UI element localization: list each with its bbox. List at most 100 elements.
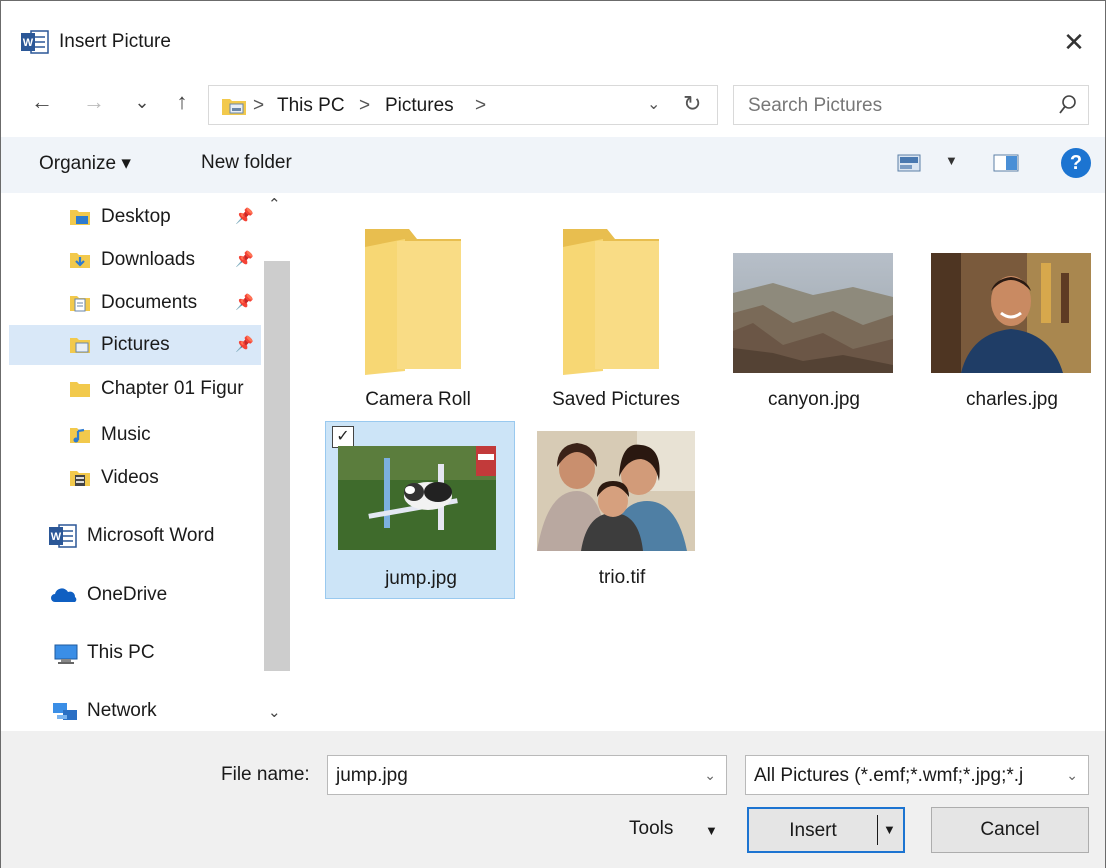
search-icon[interactable] xyxy=(1058,94,1078,122)
sidebar-item-network[interactable]: Network xyxy=(41,691,261,731)
chevron-down-icon[interactable]: ⌄ xyxy=(704,767,716,784)
breadcrumb-this-pc[interactable]: This PC xyxy=(277,95,345,117)
sidebar-item-microsoft-word[interactable]: W Microsoft Word xyxy=(41,516,261,556)
change-view-icon[interactable] xyxy=(897,153,921,179)
selection-checkbox[interactable]: ✓ xyxy=(332,426,354,448)
tools-dropdown-icon[interactable]: ▼ xyxy=(705,823,718,838)
scrollbar-thumb[interactable] xyxy=(264,261,290,671)
insert-picture-dialog: W Insert Picture ✕ ← → ⌄ ↑ > This PC > P… xyxy=(0,0,1106,868)
file-tile-charles[interactable]: charles.jpg xyxy=(917,213,1106,413)
breadcrumb-separator: > xyxy=(253,95,265,116)
this-pc-icon xyxy=(51,643,79,671)
sidebar-item-label: Music xyxy=(101,424,151,445)
sidebar-item-label: Documents xyxy=(101,292,198,313)
sidebar-item-documents[interactable]: Documents 📌 xyxy=(61,283,261,323)
onedrive-icon xyxy=(51,587,79,609)
file-tile-jump[interactable]: ✓ jump.jpg xyxy=(325,421,515,599)
pin-icon[interactable]: 📌 xyxy=(235,335,254,353)
dialog-footer: File name: jump.jpg ⌄ All Pictures (*.em… xyxy=(1,731,1105,868)
sidebar-scrollbar[interactable]: ⌃ ⌄ xyxy=(262,193,290,731)
insert-dropdown-icon[interactable]: ▼ xyxy=(883,822,896,837)
charles-thumbnail xyxy=(931,253,1091,379)
up-arrow-icon[interactable]: ↑ xyxy=(167,87,197,117)
search-placeholder: Search Pictures xyxy=(748,95,883,116)
sidebar-item-pictures[interactable]: Pictures 📌 xyxy=(9,325,261,365)
insert-label: Insert xyxy=(789,820,837,841)
chevron-down-icon[interactable]: ⌄ xyxy=(1066,767,1078,784)
address-dropdown-icon[interactable]: ⌄ xyxy=(647,94,660,114)
word-app-icon: W xyxy=(21,30,49,54)
back-arrow-icon[interactable]: ← xyxy=(27,87,57,117)
file-name-label: File name: xyxy=(221,764,310,785)
pin-icon[interactable]: 📌 xyxy=(235,293,254,311)
pictures-folder-icon xyxy=(221,96,247,122)
pictures-folder-icon xyxy=(69,335,91,361)
split-divider xyxy=(877,815,878,845)
navigation-bar: ← → ⌄ ↑ > This PC > Pictures > ⌄ ↻ Searc… xyxy=(1,77,1105,131)
address-bar[interactable]: > This PC > Pictures > ⌄ ↻ xyxy=(208,85,718,125)
sidebar-item-this-pc[interactable]: This PC xyxy=(41,633,261,673)
view-dropdown-icon[interactable]: ▼ xyxy=(945,153,958,168)
sidebar-item-label: Chapter 01 Figur xyxy=(101,378,244,399)
forward-arrow-icon[interactable]: → xyxy=(79,87,109,117)
close-icon[interactable]: ✕ xyxy=(1059,27,1089,57)
scroll-down-icon[interactable]: ⌄ xyxy=(268,703,281,721)
cancel-button[interactable]: Cancel xyxy=(931,807,1089,853)
sidebar-item-desktop[interactable]: Desktop 📌 xyxy=(61,197,261,237)
pin-icon[interactable]: 📌 xyxy=(235,207,254,225)
file-name-field[interactable]: jump.jpg ⌄ xyxy=(327,755,727,795)
breadcrumb-separator: > xyxy=(475,95,487,116)
sidebar-item-label: This PC xyxy=(87,642,155,663)
sidebar-item-label: Pictures xyxy=(101,334,170,355)
sidebar-item-label: Downloads xyxy=(101,249,195,270)
insert-button[interactable]: Insert ▼ xyxy=(747,807,905,853)
file-tile-camera-roll[interactable]: Camera Roll xyxy=(323,213,513,413)
tools-button[interactable]: Tools xyxy=(629,818,673,840)
sidebar-item-videos[interactable]: Videos xyxy=(61,458,261,498)
file-list: Camera Roll Saved Pictures canyon.jpg ch… xyxy=(291,193,1105,731)
file-name: charles.jpg xyxy=(966,389,1058,410)
file-type-filter[interactable]: All Pictures (*.emf;*.wmf;*.jpg;*.j ⌄ xyxy=(745,755,1089,795)
sidebar-item-onedrive[interactable]: OneDrive xyxy=(41,575,261,615)
file-tile-trio[interactable]: trio.tif xyxy=(527,421,717,599)
sidebar-item-music[interactable]: Music xyxy=(61,415,261,455)
help-icon[interactable]: ? xyxy=(1061,148,1091,178)
documents-folder-icon xyxy=(69,293,91,319)
scroll-up-icon[interactable]: ⌃ xyxy=(268,195,281,213)
new-folder-button[interactable]: New folder xyxy=(201,152,292,174)
title-bar: W Insert Picture ✕ xyxy=(1,1,1105,77)
sidebar-item-chapter-01[interactable]: Chapter 01 Figur xyxy=(61,369,261,409)
organize-button[interactable]: Organize ▾ xyxy=(39,152,131,175)
file-name-value: jump.jpg xyxy=(336,765,408,786)
dialog-title: Insert Picture xyxy=(59,31,171,52)
sidebar-item-label: Network xyxy=(87,700,157,721)
svg-text:W: W xyxy=(23,37,34,49)
search-box[interactable]: Search Pictures xyxy=(733,85,1089,125)
folder-icon xyxy=(361,223,465,381)
network-icon xyxy=(51,701,81,729)
recent-locations-icon[interactable]: ⌄ xyxy=(127,87,157,117)
sidebar-item-label: Desktop xyxy=(101,206,171,227)
folder-icon xyxy=(559,223,663,381)
preview-pane-icon[interactable] xyxy=(993,153,1019,179)
file-name: trio.tif xyxy=(598,567,646,588)
file-tile-canyon[interactable]: canyon.jpg xyxy=(719,213,909,413)
svg-text:W: W xyxy=(51,531,62,543)
downloads-folder-icon xyxy=(69,250,91,276)
music-folder-icon xyxy=(69,425,91,451)
file-name: Camera Roll xyxy=(365,389,471,410)
sidebar-item-downloads[interactable]: Downloads 📌 xyxy=(61,240,261,280)
file-name: canyon.jpg xyxy=(768,389,860,410)
refresh-icon[interactable]: ↻ xyxy=(683,91,701,117)
file-type-value: All Pictures (*.emf;*.wmf;*.jpg;*.j xyxy=(754,765,1024,786)
pin-icon[interactable]: 📌 xyxy=(235,250,254,268)
breadcrumb-pictures[interactable]: Pictures xyxy=(385,95,454,117)
command-bar: Organize ▾ New folder ▼ ? xyxy=(1,137,1105,193)
sidebar-item-label: OneDrive xyxy=(87,584,168,605)
file-name: jump.jpg xyxy=(385,568,457,589)
word-icon: W xyxy=(49,524,77,554)
trio-thumbnail xyxy=(537,431,695,557)
folder-icon xyxy=(69,379,91,405)
file-tile-saved-pictures[interactable]: Saved Pictures xyxy=(521,213,711,413)
desktop-folder-icon xyxy=(69,207,91,233)
